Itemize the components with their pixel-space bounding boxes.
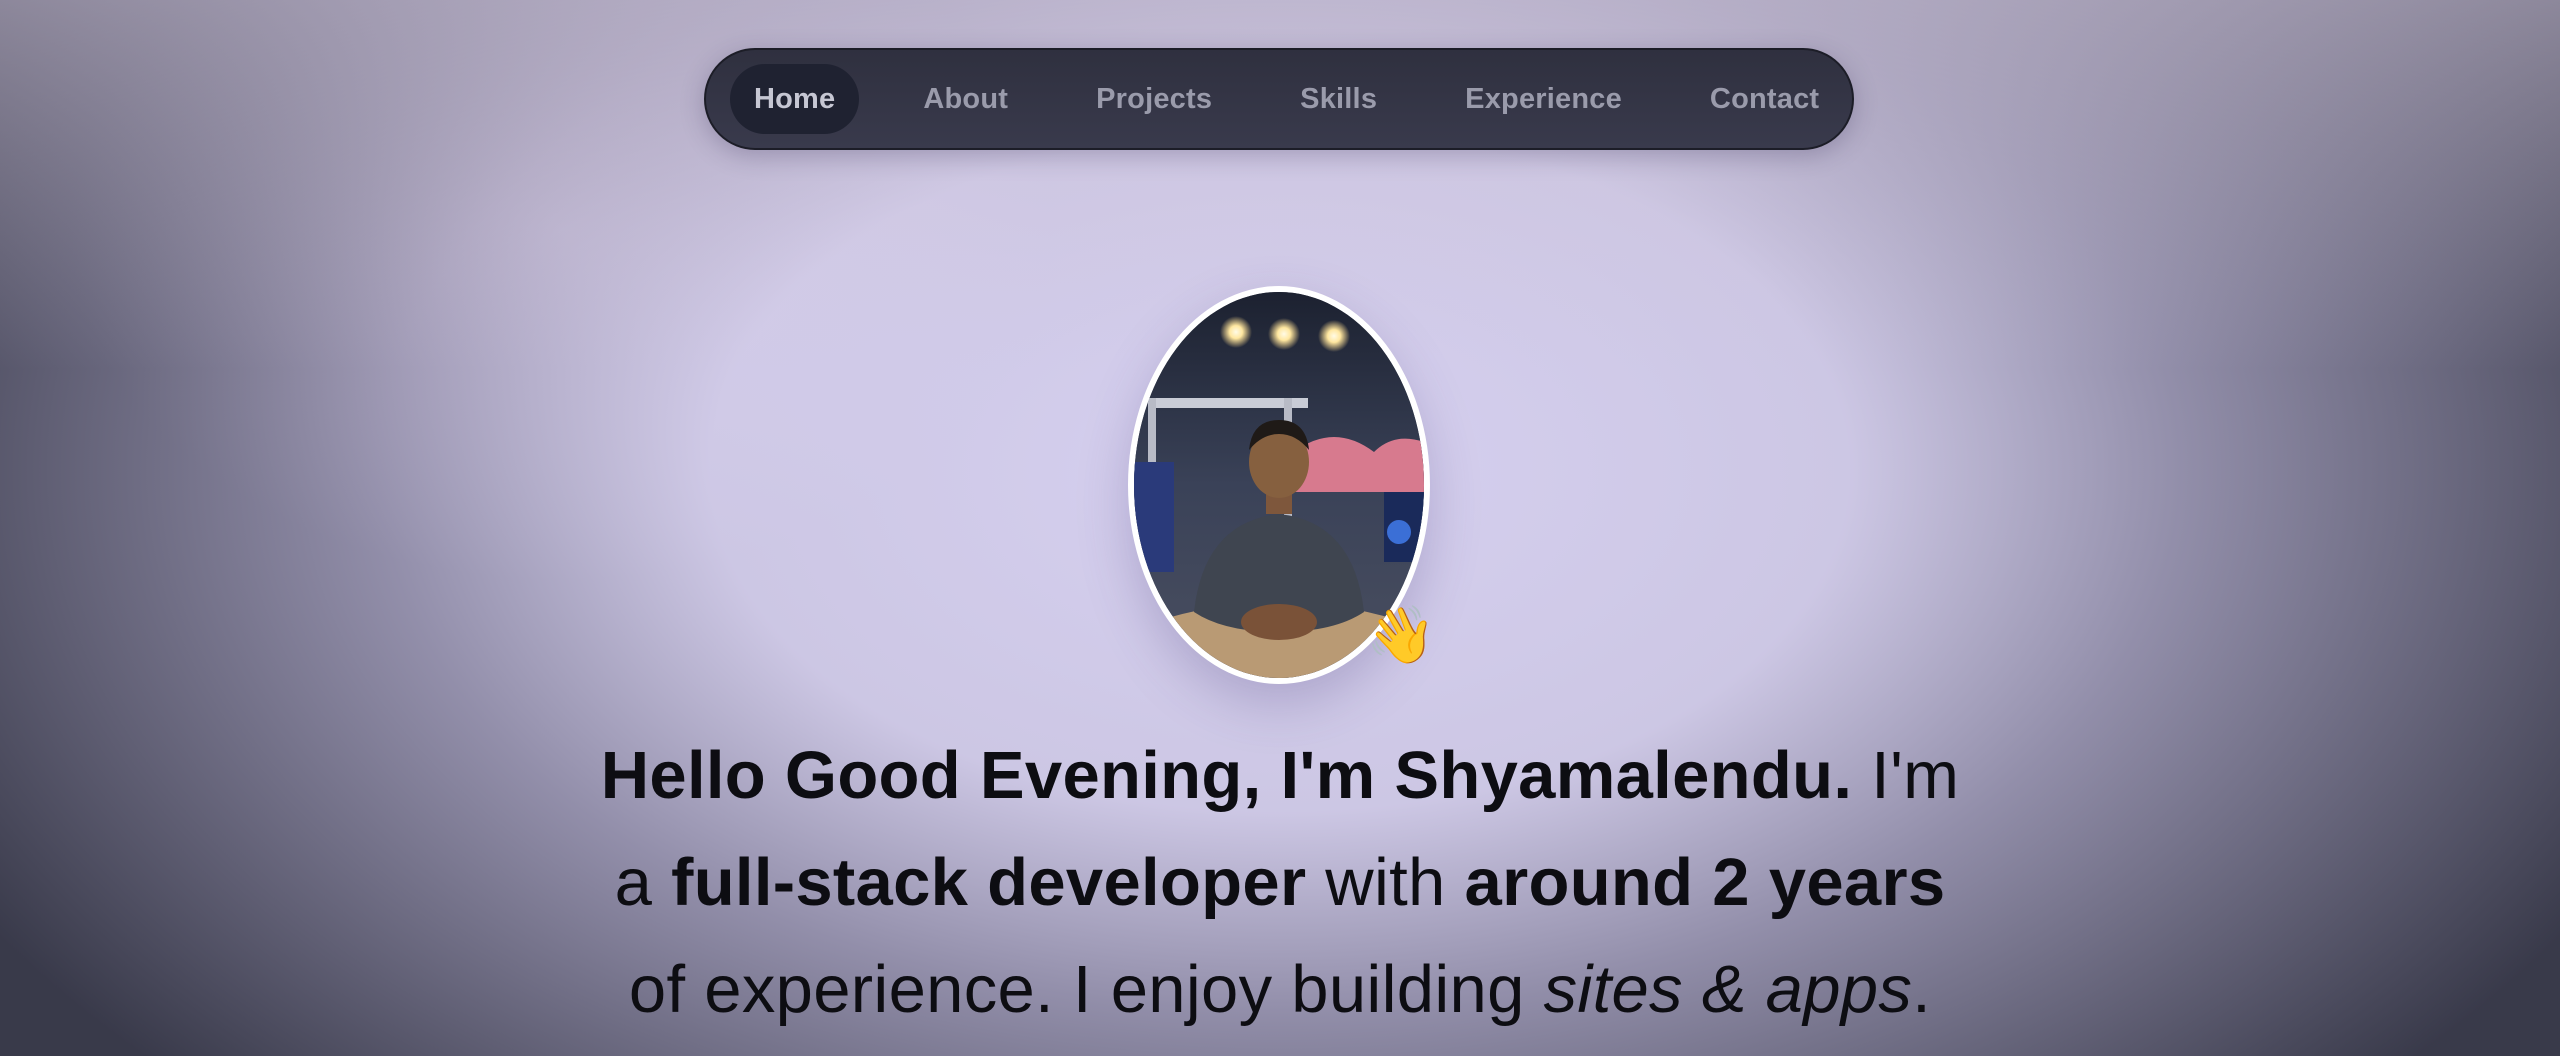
headline-emphasis: sites & apps xyxy=(1543,952,1913,1027)
nav-contact[interactable]: Contact xyxy=(1686,64,1843,134)
headline-role: full-stack developer xyxy=(671,845,1307,920)
headline-text: a xyxy=(614,845,672,920)
nav-about[interactable]: About xyxy=(899,64,1032,134)
nav-home[interactable]: Home xyxy=(730,64,860,134)
nav-skills[interactable]: Skills xyxy=(1276,64,1401,134)
headline-text: I'm xyxy=(1852,738,1960,813)
nav-projects[interactable]: Projects xyxy=(1072,64,1236,134)
headline-greeting: Hello Good Evening, I'm Shyamalendu. xyxy=(600,738,1853,813)
profile-avatar: 👋 xyxy=(1128,286,1436,684)
headline-experience: around 2 years xyxy=(1464,845,1946,920)
headline-text: with xyxy=(1306,845,1465,920)
headline-text: of experience. I enjoy building xyxy=(628,952,1544,1027)
headline-text: . xyxy=(1912,952,1932,1027)
hero-headline: Hello Good Evening, I'm Shyamalendu. I'm… xyxy=(480,722,2080,1043)
waving-hand-icon: 👋 xyxy=(1366,603,1436,668)
top-navigation: Home About Projects Skills Experience Co… xyxy=(704,48,1854,150)
nav-experience[interactable]: Experience xyxy=(1441,64,1646,134)
